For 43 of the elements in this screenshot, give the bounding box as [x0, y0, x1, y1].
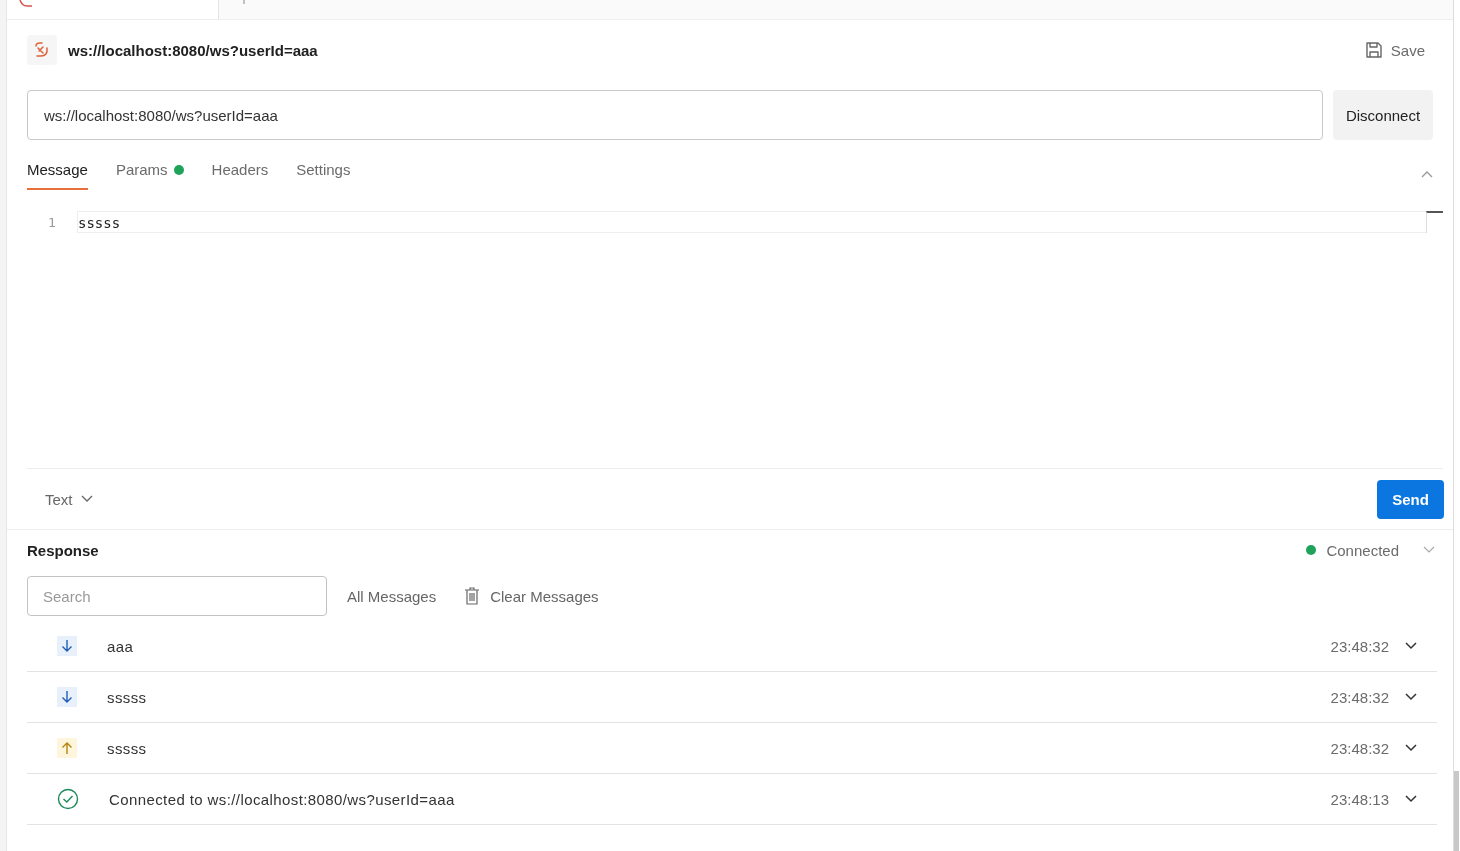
message-row[interactable]: aaa 23:48:32	[27, 621, 1437, 672]
send-button[interactable]: Send	[1377, 479, 1444, 519]
editor-scrollbar[interactable]	[1426, 211, 1443, 233]
scrollbar-thumb[interactable]	[1454, 771, 1459, 851]
chevron-down-icon[interactable]	[1405, 744, 1417, 752]
chevron-down-icon	[80, 495, 93, 503]
message-text: Connected to ws://localhost:8080/ws?userId=aaa	[109, 790, 455, 808]
message-text: sssss	[107, 739, 147, 757]
message-row[interactable]: Connected to ws://localhost:8080/ws?userId=aaa 23:48:13	[27, 774, 1437, 825]
message-time: 23:48:32	[1330, 739, 1389, 757]
chevron-down-icon[interactable]	[1405, 693, 1417, 701]
message-row[interactable]: sssss 23:48:32	[27, 672, 1437, 723]
message-time: 23:48:32	[1330, 637, 1389, 655]
url-field[interactable]: ws://localhost:8080/ws?userId=aaa	[27, 90, 1323, 140]
message-text: sssss	[107, 688, 147, 706]
collapse-icon[interactable]	[1421, 169, 1433, 178]
chevron-down-icon[interactable]	[1405, 642, 1417, 650]
save-icon	[1364, 41, 1383, 59]
request-title: ws://localhost:8080/ws?userId=aaa	[68, 41, 318, 59]
trash-icon	[464, 586, 481, 606]
clear-messages-button[interactable]: Clear Messages	[464, 582, 599, 610]
tab[interactable]: Headers	[211, 157, 269, 190]
tab[interactable]: Settings	[296, 157, 351, 190]
arrow-up-icon	[57, 738, 77, 758]
response-title: Response	[27, 541, 99, 559]
connection-status: Connected	[1326, 541, 1399, 559]
save-button[interactable]: Save	[1356, 37, 1433, 63]
line-number: 1	[47, 214, 57, 230]
tab[interactable]: Params	[115, 157, 184, 190]
chevron-down-icon[interactable]	[1405, 795, 1417, 803]
disconnect-button[interactable]: Disconnect	[1333, 90, 1433, 140]
message-text: aaa	[107, 637, 134, 655]
search-field[interactable]: Search	[27, 576, 327, 616]
code-line[interactable]: sssss	[77, 211, 1426, 233]
message-time: 23:48:13	[1330, 790, 1389, 808]
message-row[interactable]: sssss 23:48:32	[27, 723, 1437, 774]
arrow-down-icon	[57, 687, 77, 707]
message-time: 23:48:32	[1330, 688, 1389, 706]
tab[interactable]: Message	[27, 157, 88, 190]
message-filter[interactable]: All Messages	[347, 583, 437, 609]
check-circle-icon	[57, 788, 79, 810]
arrow-down-icon	[57, 636, 77, 656]
format-dropdown[interactable]: Text	[39, 489, 99, 509]
